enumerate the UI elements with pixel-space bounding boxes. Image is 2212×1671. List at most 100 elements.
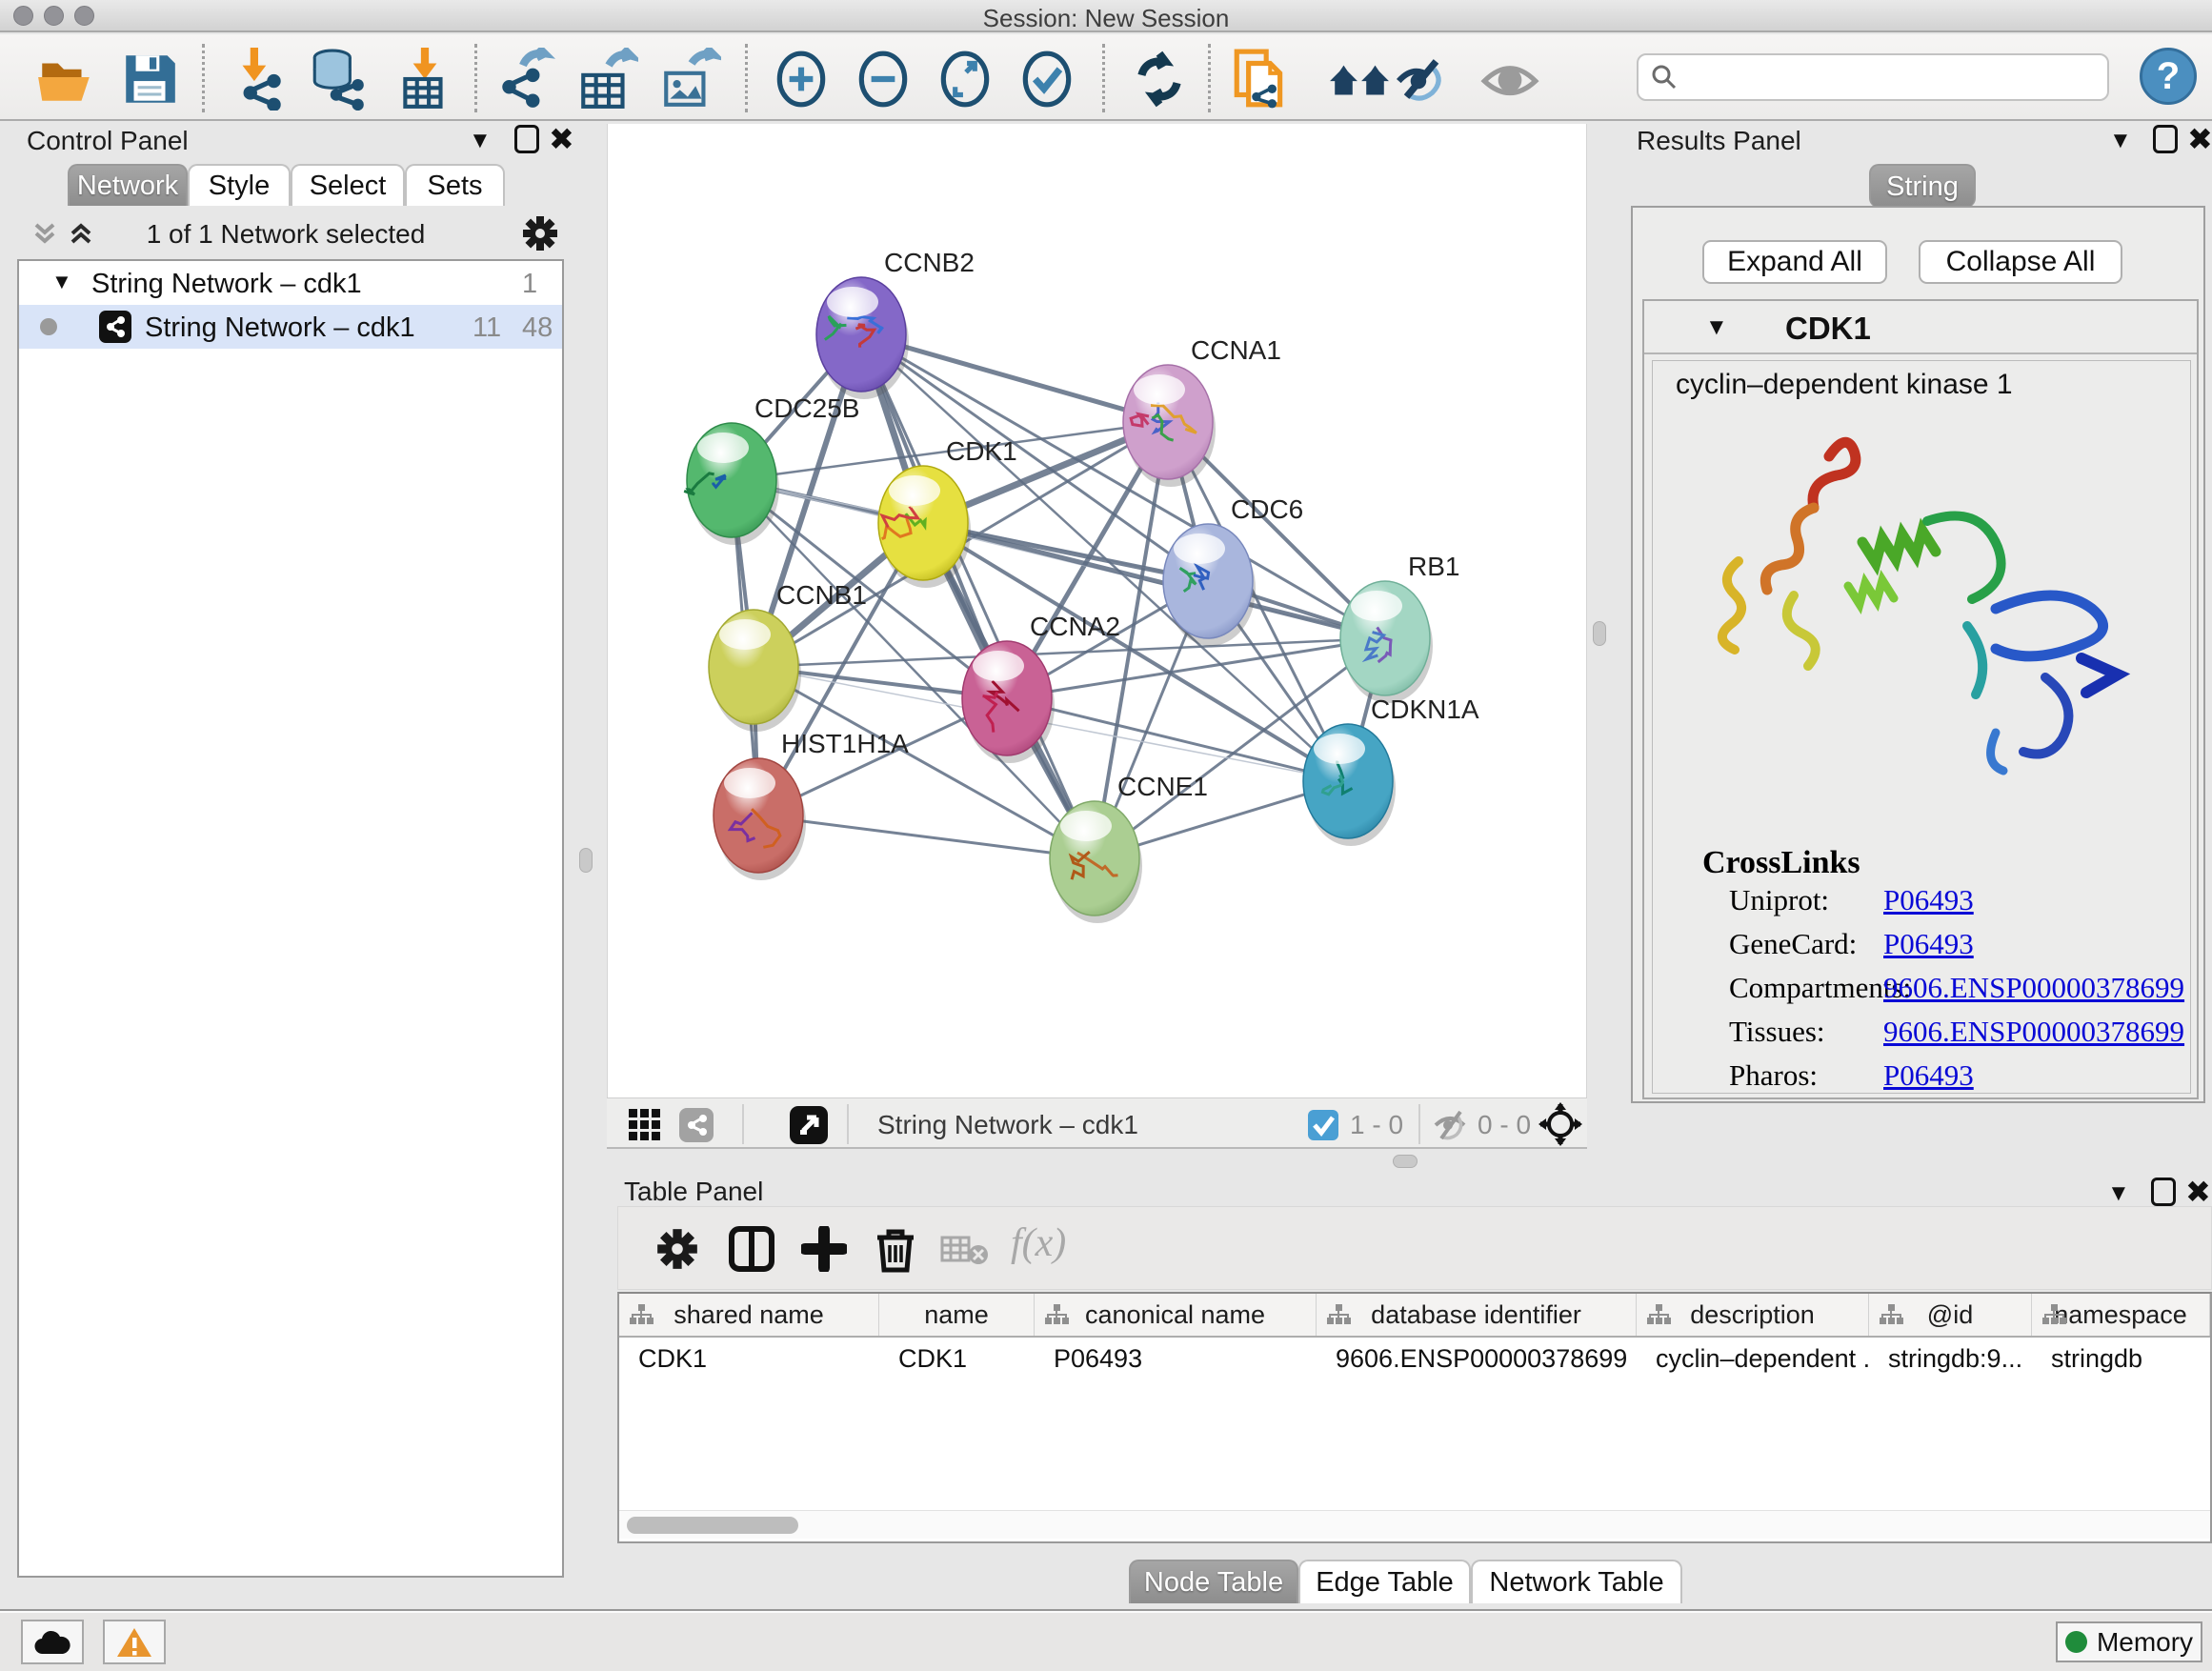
- table-cell[interactable]: stringdb: [2032, 1338, 2210, 1379]
- results-panel-float-icon[interactable]: [2153, 125, 2178, 153]
- tab-style[interactable]: Style: [188, 164, 291, 206]
- show-all-icon[interactable]: [1478, 48, 1541, 111]
- network-node-ccna2[interactable]: CCNA2: [962, 612, 1120, 763]
- share-icon[interactable]: [679, 1108, 714, 1142]
- string-home-icon[interactable]: [1328, 48, 1391, 111]
- add-column-icon[interactable]: [801, 1226, 847, 1272]
- crosslink-link[interactable]: P06493: [1883, 927, 1974, 960]
- help-button[interactable]: ?: [2140, 48, 2197, 105]
- table-cell[interactable]: stringdb:9...: [1869, 1338, 2032, 1379]
- table-cell[interactable]: CDK1: [879, 1338, 1035, 1379]
- import-network-icon[interactable]: [227, 48, 290, 111]
- table-panel-collapse-icon[interactable]: ▼: [2107, 1180, 2130, 1207]
- show-columns-icon[interactable]: [729, 1226, 774, 1272]
- right-splitter-handle[interactable]: [1593, 621, 1606, 646]
- search-box[interactable]: [1637, 53, 2109, 101]
- memory-button[interactable]: Memory: [2056, 1621, 2202, 1662]
- birdseye-icon[interactable]: [790, 1106, 828, 1144]
- column-header[interactable]: namespace: [2032, 1294, 2210, 1336]
- table-cell[interactable]: CDK1: [619, 1338, 879, 1379]
- network-node-ccnb1[interactable]: CCNB1: [709, 580, 867, 732]
- crosslink-link[interactable]: 9606.ENSP00000378699: [1883, 971, 2184, 1004]
- column-header[interactable]: @id: [1869, 1294, 2032, 1336]
- hidden-eye-icon[interactable]: [1432, 1108, 1468, 1142]
- tab-edge-table[interactable]: Edge Table: [1298, 1560, 1471, 1603]
- results-panel-close-icon[interactable]: ✖: [2187, 125, 2212, 153]
- control-panel-float-icon[interactable]: [514, 125, 539, 153]
- table-panel-close-icon[interactable]: ✖: [2185, 1178, 2211, 1206]
- import-database-icon[interactable]: [307, 48, 370, 111]
- column-header[interactable]: description: [1637, 1294, 1869, 1336]
- tab-select[interactable]: Select: [291, 164, 405, 206]
- column-header[interactable]: canonical name: [1035, 1294, 1317, 1336]
- column-header[interactable]: database identifier: [1317, 1294, 1637, 1336]
- crosslink-link[interactable]: 9606.ENSP00000378699: [1883, 1015, 2184, 1048]
- network-node-ccnb2[interactable]: CCNB2: [816, 248, 975, 399]
- delete-column-icon[interactable]: [872, 1224, 919, 1274]
- delete-table-icon[interactable]: [940, 1234, 990, 1266]
- collapse-all-button[interactable]: Collapse All: [1919, 240, 2122, 284]
- expand-all-button[interactable]: Expand All: [1702, 240, 1887, 284]
- node-table[interactable]: shared namenamecanonical namedatabase id…: [617, 1292, 2212, 1543]
- network-edge[interactable]: [861, 334, 1095, 858]
- gear-icon[interactable]: [522, 215, 558, 252]
- control-panel-collapse-icon[interactable]: ▼: [469, 128, 492, 154]
- network-edge[interactable]: [758, 815, 1095, 858]
- crosslink-link[interactable]: P06493: [1883, 883, 1974, 916]
- network-node-cdkn1a[interactable]: CDKN1A: [1303, 695, 1479, 846]
- crosshair-icon[interactable]: [1538, 1102, 1582, 1146]
- table-cell[interactable]: P06493: [1035, 1338, 1317, 1379]
- network-node-ccne1[interactable]: CCNE1: [1050, 772, 1208, 923]
- layout-refresh-icon[interactable]: [1128, 48, 1191, 111]
- export-image-icon[interactable]: [658, 48, 721, 111]
- search-input[interactable]: [1679, 63, 2079, 92]
- save-session-icon[interactable]: [118, 48, 181, 111]
- network-node-cdc6[interactable]: CDC6: [1163, 494, 1303, 646]
- column-header[interactable]: shared name: [619, 1294, 879, 1336]
- import-table-icon[interactable]: [393, 48, 456, 111]
- tab-string[interactable]: String: [1869, 164, 1976, 208]
- export-network-icon[interactable]: [493, 48, 556, 111]
- open-session-icon[interactable]: [34, 48, 97, 111]
- network-edge[interactable]: [1007, 698, 1348, 781]
- zoom-in-icon[interactable]: [770, 48, 833, 111]
- zoom-out-icon[interactable]: [852, 48, 915, 111]
- hide-selection-icon[interactable]: [1389, 48, 1452, 111]
- network-edge[interactable]: [923, 523, 1385, 638]
- network-node-hist1h1a[interactable]: HIST1H1A: [714, 729, 909, 880]
- horizontal-splitter-handle[interactable]: [1393, 1155, 1418, 1168]
- node-details-header[interactable]: ▼ CDK1: [1644, 301, 2197, 354]
- zoom-fit-icon[interactable]: [934, 48, 996, 111]
- table-panel-float-icon[interactable]: [2151, 1178, 2176, 1206]
- copy-network-icon[interactable]: [1229, 48, 1292, 111]
- tab-network[interactable]: Network: [68, 164, 188, 206]
- tab-network-table[interactable]: Network Table: [1471, 1560, 1682, 1603]
- export-table-icon[interactable]: [575, 48, 638, 111]
- function-builder-icon[interactable]: f(x): [1011, 1220, 1066, 1266]
- tree-expand-icon[interactable]: ▼: [51, 270, 72, 294]
- left-splitter-handle[interactable]: [579, 848, 593, 873]
- network-canvas[interactable]: CCNB2CCNA1CDC25BCDK1CDC6RB1CCNB1CCNA2CDK…: [607, 124, 1587, 1097]
- tab-node-table[interactable]: Node Table: [1129, 1560, 1298, 1603]
- network-node-ccna1[interactable]: CCNA1: [1123, 335, 1281, 487]
- network-node-rb1[interactable]: RB1: [1340, 552, 1459, 703]
- column-header[interactable]: name: [879, 1294, 1035, 1336]
- tab-sets[interactable]: Sets: [405, 164, 505, 206]
- crosslink-link[interactable]: P06493: [1883, 1058, 1974, 1092]
- collapse-all-chevron-icon[interactable]: [30, 219, 59, 248]
- expand-all-chevron-icon[interactable]: [67, 219, 95, 248]
- cloud-status-button[interactable]: [21, 1620, 84, 1664]
- zoom-selected-icon[interactable]: [1016, 48, 1078, 111]
- selected-checkbox-icon[interactable]: [1308, 1110, 1338, 1140]
- results-panel-collapse-icon[interactable]: ▼: [2109, 128, 2132, 154]
- network-row[interactable]: String Network – cdk1 11 48: [19, 305, 562, 349]
- collapse-entry-icon[interactable]: ▼: [1705, 314, 1728, 341]
- table-hscrollbar[interactable]: [619, 1510, 2210, 1539]
- network-collection-row[interactable]: ▼ String Network – cdk1 1: [19, 261, 562, 305]
- table-cell[interactable]: 9606.ENSP00000378699: [1317, 1338, 1637, 1379]
- table-cell[interactable]: cyclin–dependent ...: [1637, 1338, 1869, 1379]
- table-settings-icon[interactable]: [656, 1228, 698, 1270]
- table-row[interactable]: CDK1CDK1P064939606.ENSP00000378699cyclin…: [619, 1338, 2210, 1379]
- table-hscrollbar-thumb[interactable]: [627, 1517, 798, 1534]
- warning-status-button[interactable]: [103, 1620, 166, 1664]
